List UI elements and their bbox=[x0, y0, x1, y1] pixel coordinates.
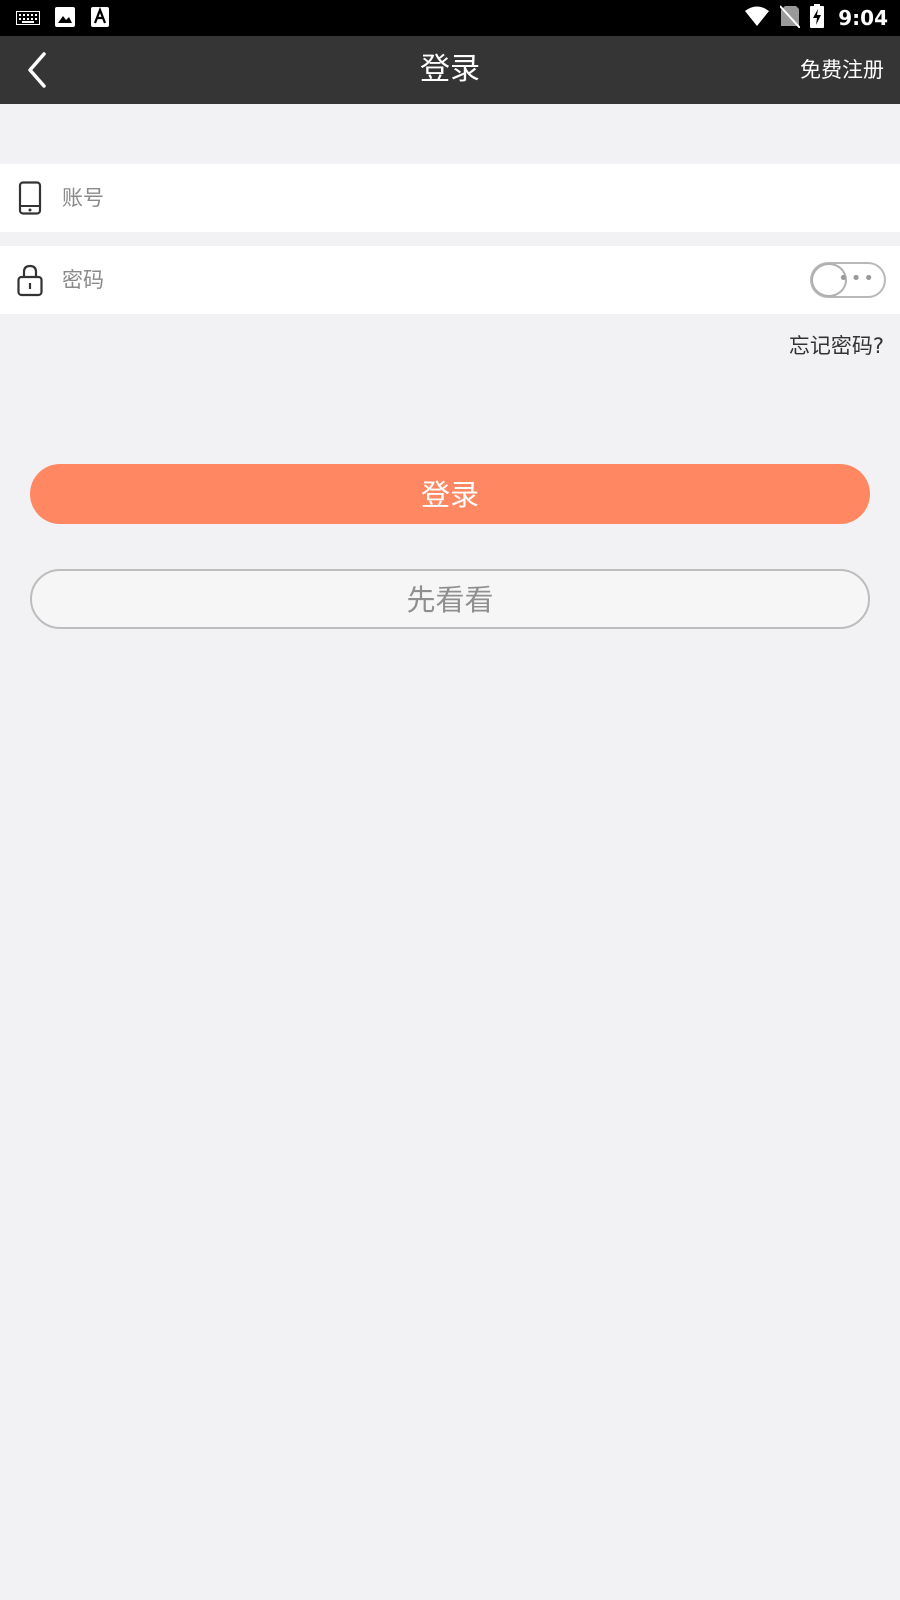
nav-bar: 登录 免费注册 bbox=[0, 36, 900, 104]
text-a-icon bbox=[90, 6, 110, 32]
wifi-icon bbox=[744, 5, 770, 31]
register-link[interactable]: 免费注册 bbox=[800, 36, 884, 104]
toggle-visibility-icon: ••• bbox=[838, 268, 876, 289]
back-button[interactable] bbox=[20, 50, 60, 90]
status-right-icons: 9:04 bbox=[744, 4, 888, 32]
password-field-row: ••• bbox=[0, 246, 900, 314]
battery-charging-icon bbox=[810, 4, 825, 32]
chevron-left-icon bbox=[20, 52, 60, 94]
phone-icon bbox=[16, 181, 44, 215]
no-sim-icon bbox=[779, 4, 801, 32]
image-icon bbox=[54, 6, 76, 32]
keyboard-icon bbox=[16, 10, 40, 29]
forgot-password-link[interactable]: 忘记密码? bbox=[789, 330, 884, 360]
browse-first-button[interactable]: 先看看 bbox=[30, 569, 870, 629]
password-visibility-toggle[interactable]: ••• bbox=[810, 262, 886, 298]
status-bar: 9:04 bbox=[0, 0, 900, 36]
status-time: 9:04 bbox=[838, 6, 888, 30]
lock-icon bbox=[16, 263, 44, 297]
page-title: 登录 bbox=[420, 52, 480, 87]
password-input[interactable] bbox=[60, 246, 760, 314]
account-input[interactable] bbox=[60, 164, 760, 232]
status-left-icons bbox=[16, 6, 110, 32]
account-field-row bbox=[0, 164, 900, 232]
login-button[interactable]: 登录 bbox=[30, 464, 870, 524]
